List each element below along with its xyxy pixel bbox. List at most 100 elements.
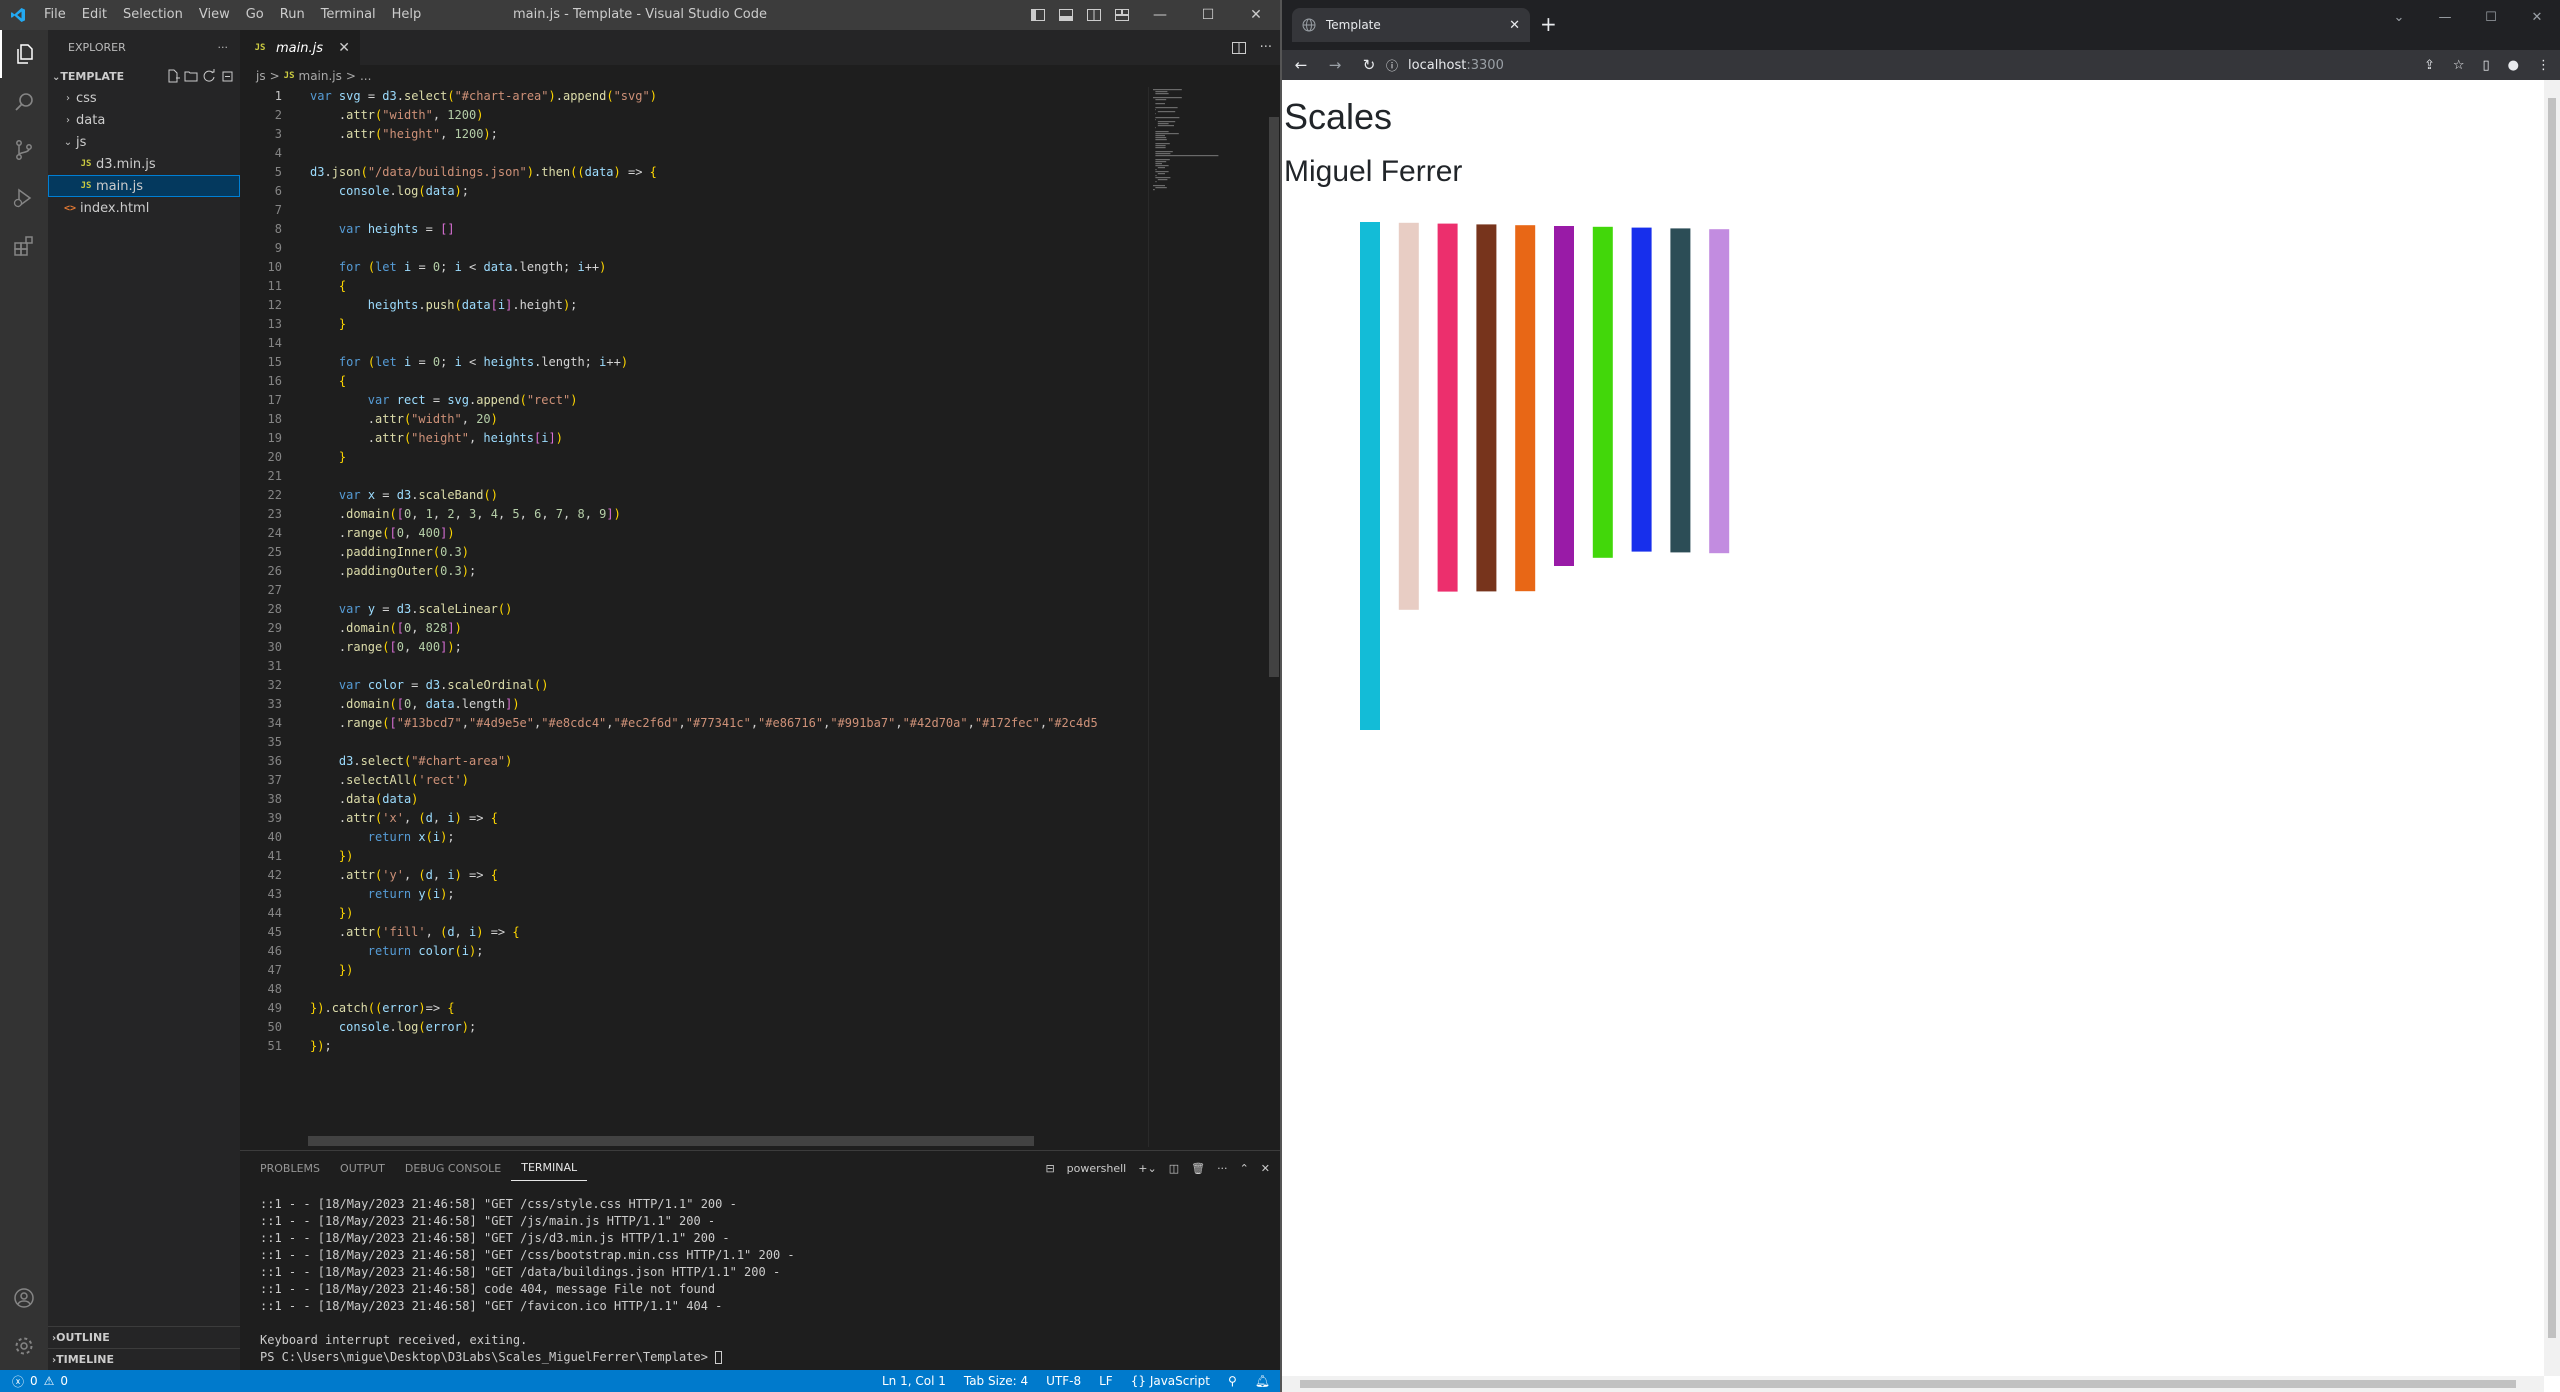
tree-item-index-html[interactable]: <> index.html — [48, 197, 240, 219]
end-of-line[interactable]: LF — [1099, 1374, 1113, 1388]
minimize-button[interactable]: — — [1136, 0, 1184, 30]
menu-view[interactable]: View — [191, 0, 238, 30]
notifications-bell-icon[interactable]: 🔔︎ — [1255, 1374, 1270, 1388]
line-content: }) — [338, 849, 354, 863]
run-and-debug-icon[interactable] — [0, 174, 48, 222]
line-number: 39 — [267, 811, 282, 825]
panel-tab-output[interactable]: OUTPUT — [330, 1151, 395, 1186]
minimap[interactable] — [1148, 87, 1268, 1147]
editor-vertical-scrollbar[interactable] — [1266, 87, 1280, 1147]
breadcrumb-folder[interactable]: js — [256, 69, 266, 83]
menu-selection[interactable]: Selection — [115, 0, 191, 30]
page-vertical-scrollbar[interactable] — [2544, 80, 2560, 1376]
more-actions-icon[interactable]: ··· — [218, 41, 229, 54]
share-icon[interactable]: ⇪ — [2424, 58, 2435, 73]
editor-horizontal-scrollbar[interactable] — [308, 1136, 1034, 1146]
refresh-icon[interactable] — [202, 69, 216, 83]
page-horizontal-scrollbar[interactable] — [1282, 1376, 2544, 1392]
manage-gear-icon[interactable] — [0, 1322, 48, 1370]
collapse-all-icon[interactable] — [220, 69, 234, 83]
line-number: 47 — [267, 963, 282, 977]
problems-status[interactable]: ⓧ 0 ⚠ 0 — [0, 1373, 68, 1390]
split-terminal-icon[interactable]: ◫ — [1169, 1162, 1179, 1175]
feedback-icon[interactable]: ⚲ — [1228, 1374, 1237, 1388]
close-tab-icon[interactable]: ✕ — [338, 40, 350, 56]
minimap-line — [1155, 137, 1167, 139]
panel-tab-problems[interactable]: PROBLEMS — [250, 1151, 330, 1186]
tab-search-chevron-icon[interactable]: ⌄ — [2376, 0, 2422, 34]
line-number: 14 — [267, 336, 282, 350]
maximize-panel-icon[interactable]: ⌃ — [1240, 1162, 1249, 1175]
code-line: 33 .domain([0, data.length]) — [240, 695, 1148, 714]
chevron-right-icon: › — [66, 114, 70, 126]
menu-terminal[interactable]: Terminal — [313, 0, 384, 30]
line-content: }); — [310, 1039, 332, 1053]
panel-tab-terminal[interactable]: TERMINAL — [511, 1156, 588, 1181]
browser-tab[interactable]: Template ✕ — [1292, 8, 1530, 42]
tree-item-d3-min-js[interactable]: JS d3.min.js — [48, 153, 240, 175]
language-mode[interactable]: {} JavaScript — [1131, 1374, 1210, 1388]
tree-item-css[interactable]: › css — [48, 87, 240, 109]
terminal-shell-label[interactable]: powershell — [1067, 1162, 1127, 1175]
timeline-section[interactable]: ›TIMELINE — [48, 1348, 240, 1370]
tree-item-main-js[interactable]: JS main.js — [48, 175, 240, 197]
tab-main-js[interactable]: JS main.js ✕ — [240, 30, 360, 65]
close-panel-icon[interactable]: ✕ — [1261, 1162, 1270, 1175]
line-number: 26 — [267, 564, 282, 578]
panel-tab-debug-console[interactable]: DEBUG CONSOLE — [395, 1151, 511, 1186]
menu-go[interactable]: Go — [238, 0, 272, 30]
extensions-icon[interactable] — [0, 222, 48, 270]
cursor-position[interactable]: Ln 1, Col 1 — [882, 1374, 946, 1388]
chart-bar — [1476, 224, 1497, 592]
new-terminal-icon[interactable]: +⌄ — [1138, 1162, 1156, 1175]
explorer-icon[interactable] — [0, 30, 48, 78]
tree-item-js[interactable]: ⌄ js — [48, 131, 240, 153]
outline-section[interactable]: ›OUTLINE — [48, 1326, 240, 1348]
chart-bar — [1515, 225, 1536, 592]
tab-size[interactable]: Tab Size: 4 — [964, 1374, 1028, 1388]
menu-run[interactable]: Run — [272, 0, 313, 30]
toggle-secondary-sidebar-icon[interactable] — [1080, 0, 1108, 30]
chart-bar — [1398, 222, 1419, 610]
back-arrow-icon[interactable]: ← — [1292, 56, 1310, 74]
editor-more-actions-icon[interactable]: ··· — [1260, 40, 1272, 55]
close-tab-icon[interactable]: ✕ — [1509, 18, 1520, 33]
line-content: d3.json("/data/buildings.json").then((da… — [310, 165, 657, 179]
close-window-button[interactable]: ✕ — [2514, 0, 2560, 34]
menu-help[interactable]: Help — [384, 0, 430, 30]
new-folder-icon[interactable] — [184, 69, 198, 83]
maximize-button[interactable]: ☐ — [1184, 0, 1232, 30]
search-icon[interactable] — [0, 78, 48, 126]
customize-layout-icon[interactable] — [1108, 0, 1136, 30]
new-tab-button[interactable]: + — [1540, 12, 1557, 36]
forward-arrow-icon[interactable]: → — [1326, 56, 1344, 74]
encoding[interactable]: UTF-8 — [1046, 1374, 1081, 1388]
side-panel-icon[interactable]: ▯ — [2483, 58, 2490, 73]
close-window-button[interactable]: ✕ — [1232, 0, 1280, 30]
new-file-icon[interactable] — [166, 69, 180, 83]
browser-menu-icon[interactable]: ⋮ — [2537, 58, 2550, 73]
split-editor-icon[interactable] — [1231, 41, 1246, 55]
toggle-primary-sidebar-icon[interactable] — [1024, 0, 1052, 30]
profile-icon[interactable]: ● — [2508, 58, 2519, 73]
bookmark-star-icon[interactable]: ☆ — [2453, 58, 2465, 73]
toggle-panel-icon[interactable] — [1052, 0, 1080, 30]
panel-more-icon[interactable]: ··· — [1217, 1162, 1228, 1175]
menu-file[interactable]: File — [36, 0, 74, 30]
minimize-button[interactable]: — — [2422, 0, 2468, 34]
workspace-root[interactable]: ⌄TEMPLATE — [48, 65, 240, 87]
site-info-icon[interactable]: ⓘ — [1386, 57, 1398, 74]
menu-edit[interactable]: Edit — [74, 0, 115, 30]
accounts-icon[interactable] — [0, 1274, 48, 1322]
terminal-line: Keyboard interrupt received, exiting. — [260, 1333, 528, 1347]
address-bar[interactable]: ⓘ localhost:3300 — [1386, 53, 2560, 77]
terminal-output[interactable]: ::1 - - [18/May/2023 21:46:58] "GET /css… — [240, 1186, 1280, 1366]
code-editor[interactable]: 1 var svg = d3.select("#chart-area").appe… — [240, 87, 1148, 1147]
reload-icon[interactable]: ↻ — [1360, 56, 1378, 74]
maximize-button[interactable]: ☐ — [2468, 0, 2514, 34]
breadcrumb-symbols[interactable]: ... — [360, 69, 371, 83]
tree-item-data[interactable]: › data — [48, 109, 240, 131]
kill-terminal-icon[interactable]: 🗑 — [1191, 1162, 1205, 1175]
source-control-icon[interactable] — [0, 126, 48, 174]
breadcrumb-file[interactable]: main.js — [299, 69, 342, 83]
